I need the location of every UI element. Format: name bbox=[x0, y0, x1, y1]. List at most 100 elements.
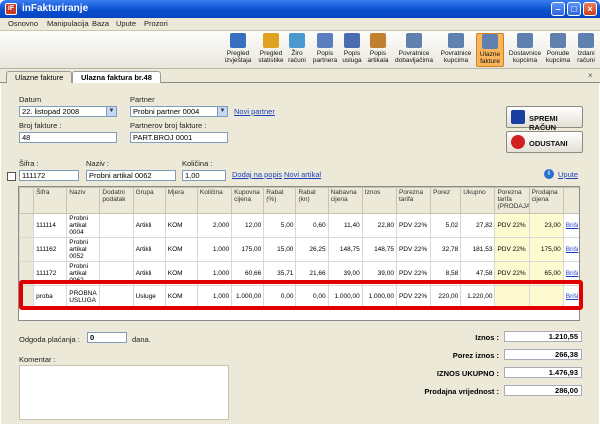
tab-bar: Ulazne fakture Ulazna faktura br.48 × bbox=[0, 69, 600, 84]
toolbar-ponude-kupcima[interactable]: Ponude kupcima bbox=[544, 33, 572, 67]
toolbar-label: Žiro računi bbox=[288, 50, 306, 64]
col-tarifa-prodaja[interactable]: Porezna tarifa (PRODAJA) bbox=[494, 187, 530, 214]
tab-ulazne-fakture[interactable]: Ulazne fakture bbox=[6, 71, 73, 83]
col-dodatni[interactable]: Dodatni podatak bbox=[99, 187, 134, 214]
cell-ukupno: 27,82 bbox=[460, 213, 496, 238]
cell-kupovna: 12,00 bbox=[231, 213, 265, 238]
cell-nabavna: 148,75 bbox=[327, 237, 363, 262]
cell-prodajna: 23,00 bbox=[528, 213, 564, 238]
toolbar-label: Povratnice dobavljačima bbox=[395, 50, 433, 64]
toolbar-label: Popis artikala bbox=[367, 50, 389, 64]
col-porez[interactable]: Porez bbox=[430, 187, 462, 214]
cell-mjera: KOM bbox=[164, 237, 198, 262]
toolbar-popis-artikala[interactable]: Popis artikala bbox=[366, 33, 390, 67]
col-prodajna[interactable]: Prodajna cijena bbox=[528, 187, 564, 214]
kolicina-field[interactable]: 1,00 bbox=[182, 170, 226, 181]
toolbar-ziro-racuni[interactable]: Žiro računi bbox=[286, 33, 308, 67]
menu-upute[interactable]: Upute bbox=[116, 19, 136, 28]
col-porezna-tarifa[interactable]: Porezna tarifa bbox=[395, 187, 432, 214]
toolbar-label: Povratnice kupcima bbox=[440, 50, 472, 64]
highlight-box bbox=[19, 280, 583, 310]
partner-dropdown[interactable]: Probni partner 0004 ▼ bbox=[130, 106, 228, 117]
broj-fakture-field[interactable]: 48 bbox=[19, 132, 117, 143]
col-rabat-kn[interactable]: Rabat (kn) bbox=[295, 187, 329, 214]
odustani-button[interactable]: ODUSTANI bbox=[506, 131, 583, 153]
col-action bbox=[562, 187, 579, 214]
toolbar-label: Pregled statistike bbox=[258, 50, 284, 64]
cell-rabat-pct: 5,00 bbox=[263, 213, 297, 238]
porez-iznos-value: 266,38 bbox=[504, 349, 582, 360]
col-mjera[interactable]: Mjera bbox=[164, 187, 198, 214]
table-row[interactable]: 111114 Probni artikal 0004 Artikli KOM 2,000… bbox=[19, 213, 579, 238]
iznos-label: Iznos : bbox=[475, 333, 499, 342]
menu-osnovno[interactable]: Osnovno bbox=[8, 19, 38, 28]
cell-rabat-pct: 15,00 bbox=[263, 237, 297, 262]
cell-brisi[interactable]: Briši bbox=[562, 213, 579, 238]
col-nabavna[interactable]: Nabavna cijena bbox=[327, 187, 363, 214]
cell-brisi[interactable]: Briši bbox=[562, 237, 579, 262]
cell-kupovna: 175,00 bbox=[231, 237, 265, 262]
table-row[interactable]: 111162 Probni artikal 0052 Artikli KOM 1,000… bbox=[19, 237, 579, 262]
truck-icon bbox=[578, 33, 594, 48]
report-icon bbox=[230, 33, 246, 48]
partnerov-broj-field[interactable]: PART.BROJ 0001 bbox=[130, 132, 228, 143]
col-kolicina[interactable]: Količina bbox=[196, 187, 233, 214]
toolbar-label: Popis usluga bbox=[342, 50, 362, 64]
sifra-field[interactable]: 111172 bbox=[19, 170, 79, 181]
datum-dropdown[interactable]: 22. listopad 2008 ▼ bbox=[19, 106, 117, 117]
toolbar-popis-usluga[interactable]: Popis usluga bbox=[340, 33, 364, 67]
cell-porez: 5,02 bbox=[430, 213, 462, 238]
maximize-button[interactable]: □ bbox=[567, 2, 581, 16]
novi-artikal-link[interactable]: Novi artikal bbox=[284, 170, 321, 179]
col-iznos[interactable]: Iznos bbox=[361, 187, 397, 214]
toolbar-pregled-izvjestaja[interactable]: Pregled izvještaja bbox=[220, 33, 256, 67]
toolbar-ulazne-fakture[interactable]: Ulazne fakture bbox=[476, 33, 504, 67]
cell-rabat-kn: 26,25 bbox=[295, 237, 329, 262]
cell-tarifa-prodaja: PDV 22% bbox=[494, 237, 530, 262]
toolbar-povratnice-dobavljacima[interactable]: Povratnice dobavljačima bbox=[392, 33, 436, 67]
dodaj-na-popis-link[interactable]: Dodaj na popis bbox=[232, 170, 282, 179]
upute-link[interactable]: Upute bbox=[558, 170, 578, 179]
iznos-ukupno-value: 1.476,93 bbox=[504, 367, 582, 378]
col-ukupno[interactable]: Ukupno bbox=[460, 187, 496, 214]
table-header: Šifra Naziv Dodatni podatak Grupa Mjera … bbox=[19, 187, 579, 214]
cell-rabat-kn: 0,60 bbox=[295, 213, 329, 238]
porez-iznos-label: Porez iznos : bbox=[452, 351, 499, 360]
toolbar: Pregled izvještaja Pregled statistike Ži… bbox=[0, 31, 600, 69]
col-sifra[interactable]: Šifra bbox=[33, 187, 68, 214]
tab-close-icon[interactable]: × bbox=[588, 71, 593, 80]
iznos-ukupno-label: IZNOS UKUPNO : bbox=[436, 369, 499, 378]
komentar-label: Komentar : bbox=[19, 355, 56, 364]
menu-baza[interactable]: Baza bbox=[92, 19, 109, 28]
toolbar-popis-partnera[interactable]: Popis partnera bbox=[312, 33, 338, 67]
window-title: inFakturiranje bbox=[22, 3, 89, 14]
row-selector[interactable] bbox=[19, 237, 35, 262]
toolbar-pregled-statistike[interactable]: Pregled statistike bbox=[256, 33, 286, 67]
partners-icon bbox=[317, 33, 333, 48]
odgoda-field[interactable]: 0 bbox=[87, 332, 127, 343]
komentar-textarea[interactable] bbox=[19, 365, 229, 420]
spremi-racun-button[interactable]: SPREMI RAČUN bbox=[506, 106, 583, 132]
spremi-label: SPREMI RAČUN bbox=[529, 114, 558, 132]
toolbar-izdani-racuni[interactable]: Izdani računi bbox=[573, 33, 599, 67]
col-rabat-pct[interactable]: Rabat (%) bbox=[263, 187, 297, 214]
row-selector[interactable] bbox=[19, 213, 35, 238]
chevron-down-icon: ▼ bbox=[106, 107, 116, 116]
cell-porezna-tarifa: PDV 22% bbox=[395, 237, 432, 262]
col-naziv[interactable]: Naziv bbox=[66, 187, 101, 214]
minimize-button[interactable]: – bbox=[551, 2, 565, 16]
kolicina-label: Količina : bbox=[182, 159, 213, 168]
novi-partner-link[interactable]: Novi partner bbox=[234, 107, 275, 116]
cell-dodatni bbox=[99, 213, 134, 238]
col-kupovna[interactable]: Kupovna cijena bbox=[231, 187, 265, 214]
menu-prozori[interactable]: Prozori bbox=[144, 19, 168, 28]
menu-manipulacija[interactable]: Manipulacija bbox=[47, 19, 89, 28]
naziv-field[interactable]: Probni artikal 0062 bbox=[86, 170, 176, 181]
toolbar-label: Popis partnera bbox=[312, 50, 338, 64]
close-button[interactable]: × bbox=[583, 2, 597, 16]
prodajna-vrijednost-value: 286,00 bbox=[504, 385, 582, 396]
list-icon[interactable] bbox=[7, 172, 16, 181]
toolbar-dostavnice-kupcima[interactable]: Dostavnice kupcima bbox=[508, 33, 542, 67]
col-grupa[interactable]: Grupa bbox=[132, 187, 166, 214]
toolbar-povratnice-kupcima[interactable]: Povratnice kupcima bbox=[438, 33, 474, 67]
